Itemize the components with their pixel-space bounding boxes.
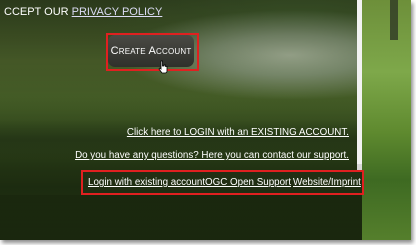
contact-support-link[interactable]: Do you have any questions? Here you can …	[75, 150, 349, 161]
flag-post	[390, 0, 398, 40]
background-right-strip	[362, 0, 411, 240]
footer-website-imprint-link[interactable]: Website/Imprint	[293, 177, 361, 188]
accept-text: CCEPT OUR	[4, 6, 72, 18]
footer-support-link[interactable]: OGC Open Support	[205, 177, 291, 188]
vertical-scrollbar[interactable]	[357, 0, 362, 172]
screenshot-frame: CCEPT OUR PRIVACY POLICY Create Account …	[0, 0, 411, 240]
privacy-policy-link[interactable]: PRIVACY POLICY	[72, 6, 163, 18]
privacy-consent-line: CCEPT OUR PRIVACY POLICY	[4, 6, 162, 18]
scrollbar-thumb[interactable]	[357, 0, 362, 164]
create-account-button[interactable]: Create Account	[108, 35, 194, 67]
create-account-label: Create Account	[110, 45, 192, 57]
background-bottom	[0, 195, 362, 240]
hand-pointer-icon	[158, 60, 168, 74]
login-existing-account-link[interactable]: Click here to LOGIN with an EXISTING ACC…	[127, 127, 349, 138]
footer-login-link[interactable]: Login with existing account	[88, 177, 205, 188]
